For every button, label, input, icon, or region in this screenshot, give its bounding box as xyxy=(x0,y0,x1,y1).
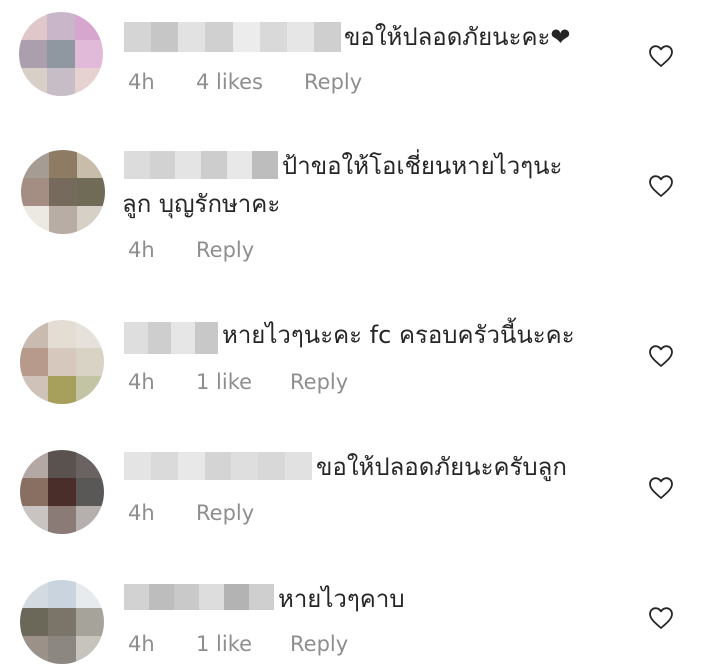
comment-meta: 4h 1 like Reply xyxy=(128,370,348,394)
comment-time: 4h xyxy=(128,70,155,94)
comment-text: หายไวๆคาบ xyxy=(278,585,405,613)
reply-button[interactable]: Reply xyxy=(196,238,254,262)
username-redacted[interactable] xyxy=(124,584,274,610)
like-heart-icon[interactable] xyxy=(648,476,674,500)
reply-button[interactable]: Reply xyxy=(290,370,348,394)
comment-time: 4h xyxy=(128,501,155,525)
like-heart-icon[interactable] xyxy=(648,344,674,368)
reply-button[interactable]: Reply xyxy=(304,70,362,94)
comment-text: ขอให้ปลอดภัยนะคะ❤ xyxy=(344,23,571,51)
avatar[interactable] xyxy=(20,450,104,534)
comment-meta: 4h 4 likes Reply xyxy=(128,70,362,94)
comment-time: 4h xyxy=(128,370,155,394)
comment-meta: 4h Reply xyxy=(128,238,254,262)
comment-text: หายไวๆนะคะ fc ครอบครัวนี้นะคะ xyxy=(222,321,575,349)
username-redacted[interactable] xyxy=(124,322,218,354)
username-redacted[interactable] xyxy=(124,452,313,480)
comment-time: 4h xyxy=(128,632,155,656)
reply-button[interactable]: Reply xyxy=(196,501,254,525)
likes-count[interactable]: 1 like xyxy=(196,370,290,394)
avatar[interactable] xyxy=(19,12,103,96)
likes-count[interactable]: 1 like xyxy=(196,632,290,656)
avatar[interactable] xyxy=(20,320,104,404)
likes-count[interactable]: 4 likes xyxy=(196,70,304,94)
like-heart-icon[interactable] xyxy=(648,606,674,630)
comment-meta: 4h Reply xyxy=(128,501,254,525)
avatar[interactable] xyxy=(21,150,105,234)
comment-text: ป้าขอให้โอเชี่ยนหายไวๆนะ ลูก บุญรักษาคะ xyxy=(122,152,563,218)
username-redacted[interactable] xyxy=(124,22,341,52)
avatar[interactable] xyxy=(20,580,104,664)
like-heart-icon[interactable] xyxy=(648,44,674,68)
comment-time: 4h xyxy=(128,238,155,262)
comment-text: ขอให้ปลอดภัยนะครับลูก xyxy=(316,453,567,481)
reply-button[interactable]: Reply xyxy=(290,632,348,656)
like-heart-icon[interactable] xyxy=(648,174,674,198)
comment-meta: 4h 1 like Reply xyxy=(128,632,348,656)
